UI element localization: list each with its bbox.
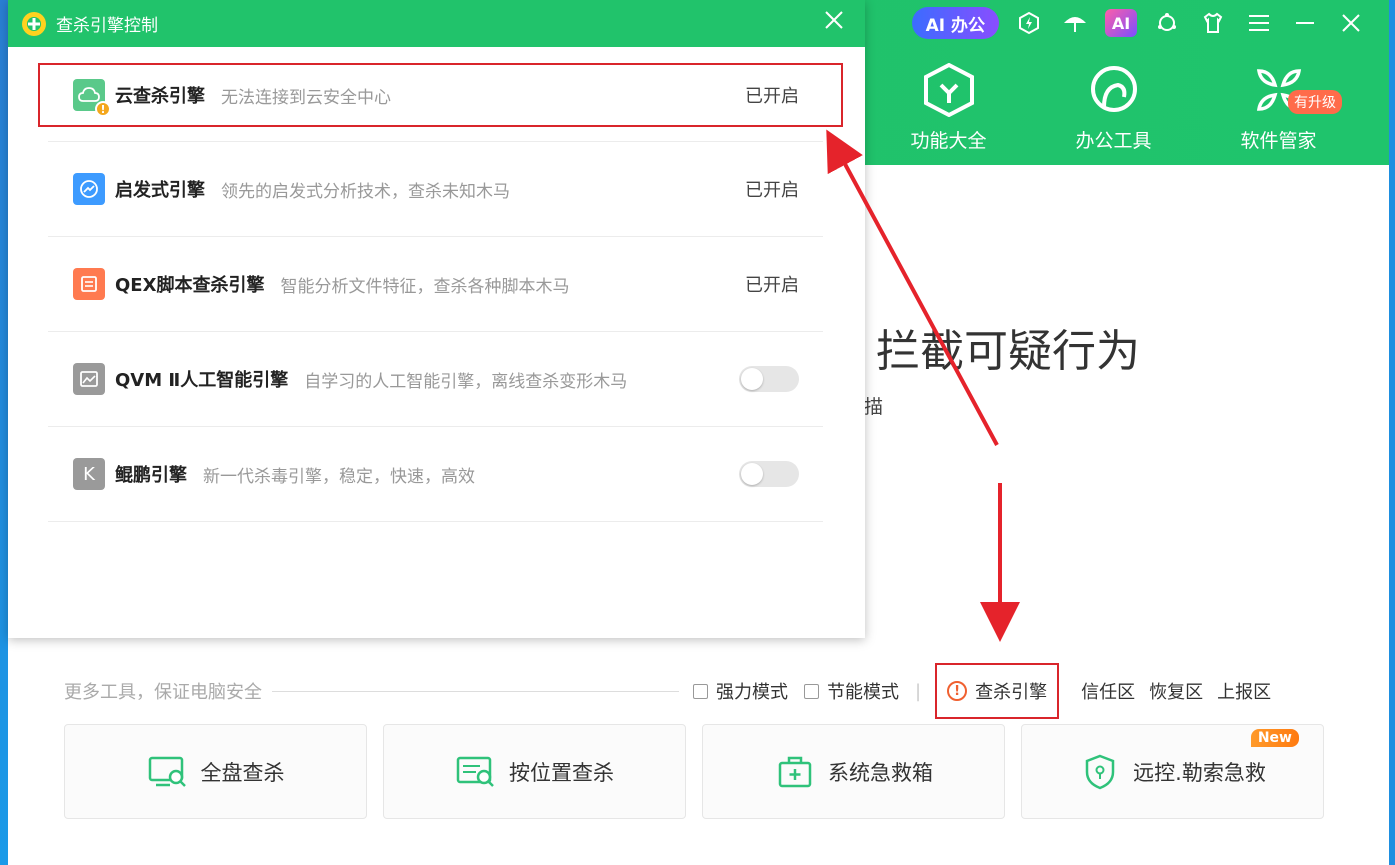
nav-label: 软件管家 (1240, 130, 1317, 152)
desktop-background-right (1389, 0, 1395, 865)
kunpeng-icon: K (73, 458, 105, 490)
force-mode-checkbox[interactable] (693, 683, 708, 699)
desktop-background-left (0, 0, 8, 865)
tools-row: 更多工具，保证电脑安全 强力模式 节能模式 | ! 查杀引擎 信任区 恢复区 上… (64, 663, 1334, 719)
settings-plugin-icon[interactable] (1151, 7, 1183, 39)
warning-badge-icon: ! (95, 101, 111, 117)
engine-desc: 智能分析文件特征，查杀各种脚本木马 (280, 276, 570, 297)
tool-cards: 全盘查杀 按位置查杀 系统急救箱 远控.勒索急救 New (64, 724, 1324, 819)
skin-shirt-icon[interactable] (1197, 7, 1229, 39)
qvm-engine-toggle[interactable] (739, 366, 799, 392)
nav-office-tools[interactable]: 办公工具 (1031, 62, 1196, 153)
engine-status: 已开启 (745, 180, 799, 201)
ai-office-button[interactable]: AI 办公 (911, 7, 999, 39)
feature-cube-icon (921, 62, 977, 118)
engine-desc: 领先的启发式分析技术，查杀未知木马 (221, 181, 510, 202)
app-logo-icon (22, 11, 46, 36)
engine-row-heuristic: 启发式引擎 领先的启发式分析技术，查杀未知木马 已开启 (48, 142, 823, 237)
separator: | (915, 680, 922, 702)
office-tools-icon (1086, 62, 1142, 118)
upgrade-badge: 有升级 (1288, 90, 1342, 114)
nav-label: 办公工具 (1075, 130, 1152, 152)
protection-headline: 拦截可疑行为 (876, 326, 1140, 377)
scan-engine-link[interactable]: ! 查杀引擎 (935, 663, 1060, 719)
force-mode-option[interactable]: 强力模式 (693, 678, 788, 704)
nav-software-manager[interactable]: 软件管家 有升级 (1196, 62, 1361, 153)
dialog-close-icon[interactable] (821, 10, 847, 36)
umbrella-icon[interactable] (1059, 7, 1091, 39)
location-scan-button[interactable]: 按位置查杀 (383, 724, 686, 819)
menu-icon[interactable] (1243, 7, 1275, 39)
power-save-label: 节能模式 (827, 682, 899, 703)
engine-row-cloud: ! 云查杀引擎 无法连接到云安全中心 已开启 (38, 63, 843, 127)
script-icon (73, 268, 105, 300)
engine-name: 鲲鹏引擎 (115, 465, 187, 486)
engine-desc: 自学习的人工智能引擎，离线查杀变形木马 (304, 371, 628, 392)
new-badge: New (1250, 729, 1299, 747)
divider (48, 127, 823, 142)
scan-engine-label: 查杀引擎 (975, 682, 1048, 703)
main-nav: 功能大全 办公工具 软件管家 有升级 (866, 62, 1361, 153)
first-aid-icon (774, 754, 816, 790)
engine-desc: 新一代杀毒引擎，稳定，快速，高效 (203, 466, 475, 487)
nav-label: 功能大全 (910, 130, 987, 152)
engine-row-qex: QEX脚本查杀引擎 智能分析文件特征，查杀各种脚本木马 已开启 (48, 237, 823, 332)
kunpeng-engine-toggle[interactable] (739, 461, 799, 487)
restore-zone-link[interactable]: 恢复区 (1149, 678, 1203, 704)
tools-caption: 更多工具，保证电脑安全 (64, 682, 262, 703)
power-save-checkbox[interactable] (804, 683, 819, 699)
report-zone-link[interactable]: 上报区 (1217, 678, 1271, 704)
engine-name: QEX脚本查杀引擎 (115, 275, 265, 296)
tool-card-label: 全盘查杀 (200, 760, 285, 785)
dialog-titlebar: 查杀引擎控制 (8, 0, 865, 47)
close-icon[interactable] (1335, 7, 1367, 39)
scan-engine-dialog: 查杀引擎控制 ! 云查杀引擎 无法连接到云安全中心 已开启 启发式引擎 领先的启… (8, 0, 865, 638)
power-save-option[interactable]: 节能模式 (804, 678, 899, 704)
location-scan-icon (455, 754, 497, 790)
engine-row-qvm: QVM Ⅱ人工智能引擎 自学习的人工智能引擎，离线查杀变形木马 (48, 332, 823, 427)
shield-icon (1079, 754, 1121, 790)
dialog-title: 查杀引擎控制 (56, 16, 158, 36)
top-toolbar: AI 办公 AI (911, 5, 1367, 41)
engine-name: 启发式引擎 (115, 180, 205, 201)
minimize-icon[interactable] (1289, 7, 1321, 39)
engine-list: ! 云查杀引擎 无法连接到云安全中心 已开启 启发式引擎 领先的启发式分析技术，… (38, 47, 843, 522)
engine-name: 云查杀引擎 (115, 86, 205, 107)
tool-card-label: 按位置查杀 (509, 760, 614, 785)
ai-assistant-button[interactable]: AI (1105, 9, 1137, 37)
first-aid-button[interactable]: 系统急救箱 (702, 724, 1005, 819)
engine-status: 已开启 (745, 275, 799, 296)
tool-card-label: 远控.勒索急救 (1133, 760, 1266, 785)
nav-feature-list[interactable]: 功能大全 (866, 62, 1031, 153)
heuristic-icon (73, 173, 105, 205)
trust-zone-link[interactable]: 信任区 (1081, 678, 1135, 704)
ai-engine-icon (73, 363, 105, 395)
remote-ransom-rescue-button[interactable]: 远控.勒索急救 New (1021, 724, 1324, 819)
engine-status: 已开启 (745, 86, 799, 107)
accelerate-icon[interactable] (1013, 7, 1045, 39)
divider (272, 690, 679, 692)
tool-card-label: 系统急救箱 (828, 760, 933, 785)
full-scan-icon (147, 754, 189, 790)
engine-name: QVM Ⅱ人工智能引擎 (115, 370, 289, 391)
cloud-warning-icon: ! (73, 79, 111, 117)
engine-desc: 无法连接到云安全中心 (221, 87, 391, 108)
protection-subtitle: 描 (864, 396, 884, 418)
engine-row-kunpeng: K 鲲鹏引擎 新一代杀毒引擎，稳定，快速，高效 (48, 427, 823, 522)
warning-icon: ! (947, 681, 968, 701)
force-mode-label: 强力模式 (716, 682, 788, 703)
full-scan-button[interactable]: 全盘查杀 (64, 724, 367, 819)
